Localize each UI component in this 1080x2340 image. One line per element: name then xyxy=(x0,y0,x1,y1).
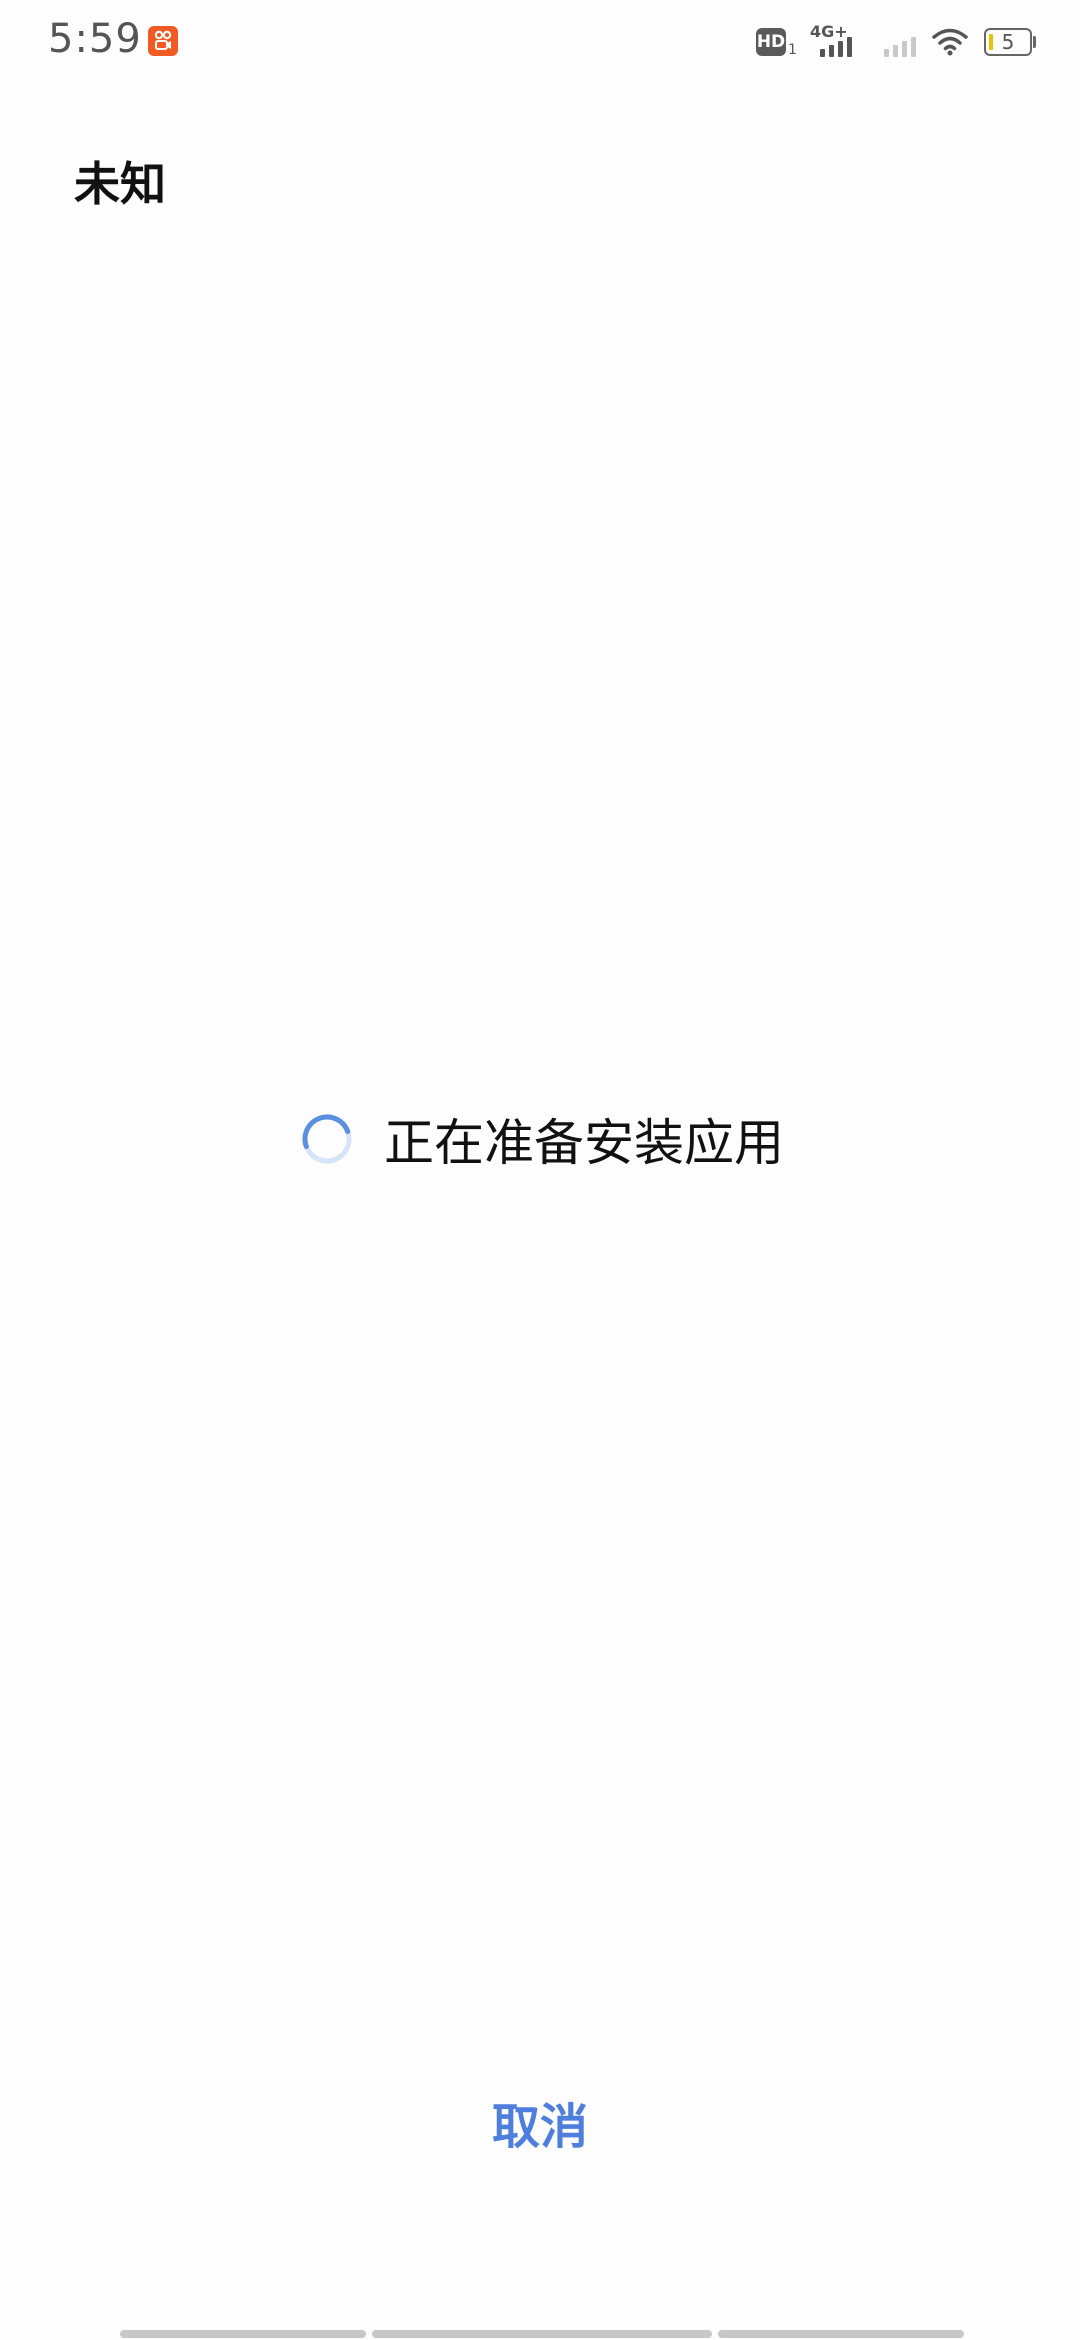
status-time: 5:59 xyxy=(48,16,142,62)
nav-gesture-bar-right[interactable] xyxy=(718,2330,964,2338)
hd-sim-index: 1 xyxy=(788,42,797,58)
install-screen: 5:59 HD 1 4G+ 5 未知 正在准备安装应用 取消 xyxy=(0,0,1080,2340)
kuaishou-app-icon xyxy=(148,26,178,56)
app-name-title: 未知 xyxy=(74,157,166,211)
nav-gesture-bar-center[interactable] xyxy=(372,2330,712,2338)
progress-message: 正在准备安装应用 xyxy=(384,1114,784,1172)
signal-icon xyxy=(884,35,916,57)
battery-nub xyxy=(1033,36,1036,48)
wifi-icon xyxy=(932,28,968,60)
signal-icon xyxy=(820,35,852,57)
progress-status: 正在准备安装应用 xyxy=(300,1104,784,1174)
battery-level: 5 xyxy=(1001,30,1015,54)
status-bar: 5:59 HD 1 4G+ 5 xyxy=(0,0,1080,86)
hd-icon: HD xyxy=(756,28,786,56)
battery-icon: 5 xyxy=(984,28,1032,56)
cancel-button[interactable]: 取消 xyxy=(440,2090,640,2164)
loading-spinner-icon xyxy=(302,1114,352,1164)
nav-gesture-bar-left[interactable] xyxy=(120,2330,366,2338)
